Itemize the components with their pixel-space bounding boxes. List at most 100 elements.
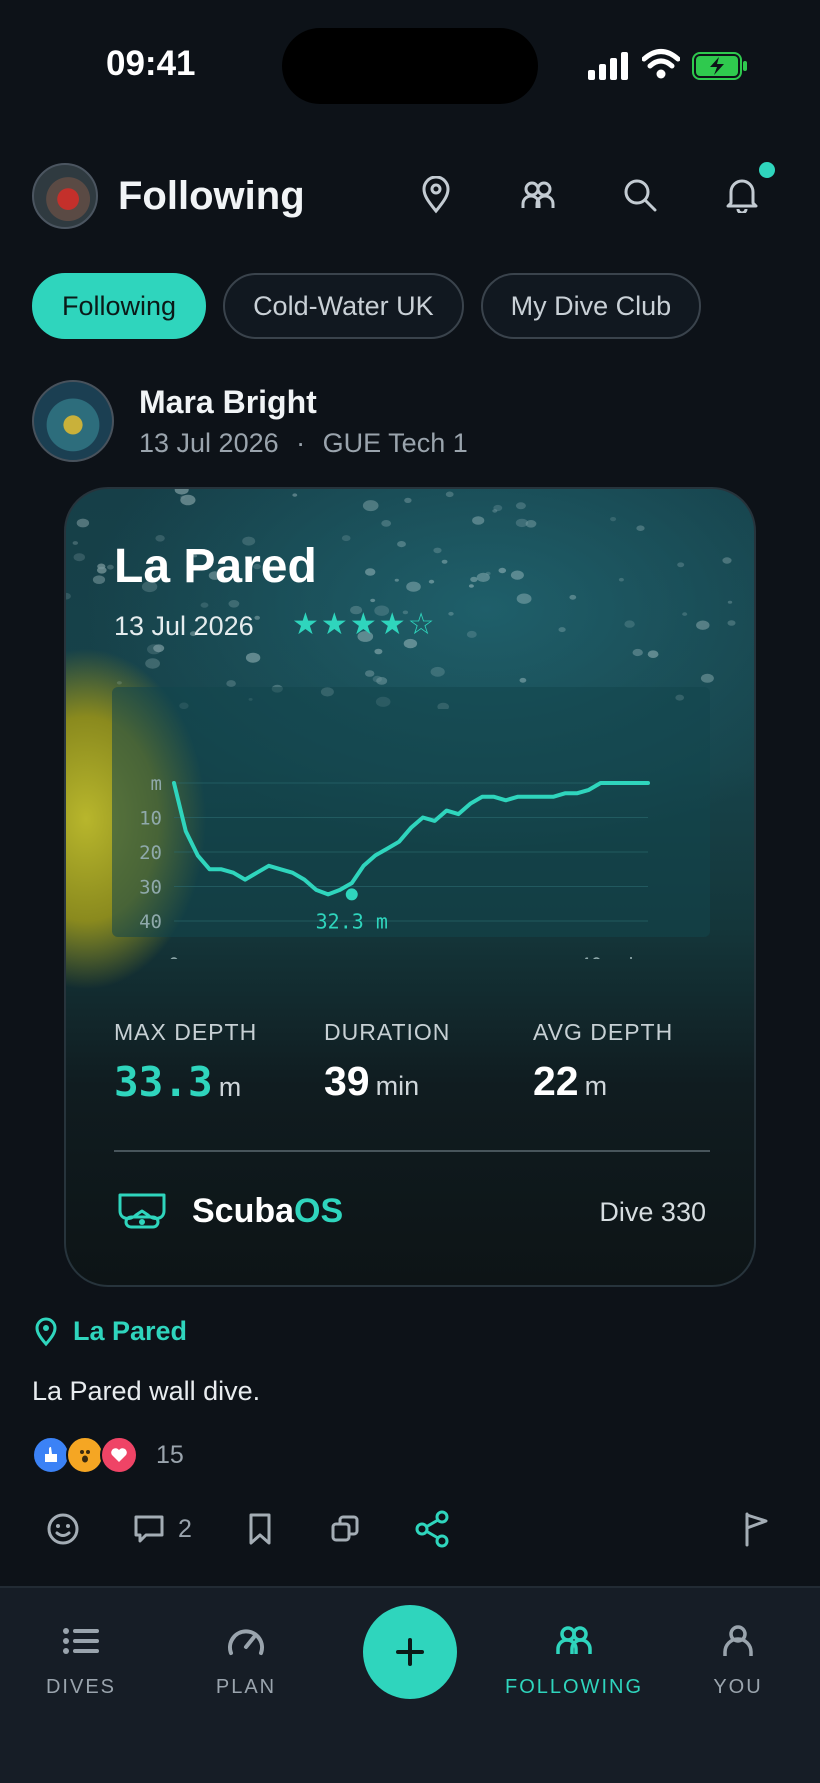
plus-icon (396, 1638, 424, 1666)
status-time: 09:41 (106, 44, 196, 83)
max-depth-number: 33.3 (114, 1058, 213, 1106)
dive-location-link[interactable]: La Pared (73, 1316, 187, 1347)
bubble (618, 577, 624, 582)
bubble (727, 620, 736, 626)
bubble (727, 600, 733, 604)
post-date: 13 Jul 2026 (139, 428, 279, 458)
comment-icon (134, 1515, 164, 1543)
y-tick-label: 40 (139, 911, 162, 933)
bubble (636, 525, 645, 531)
nav-you-label: YOU (713, 1676, 763, 1698)
bubble (66, 592, 71, 600)
nav-you[interactable]: YOU (678, 1616, 798, 1699)
stat-avg-depth: AVG DEPTH 22 m (533, 1019, 673, 1105)
max-depth-annotation: 32.3 m (316, 909, 388, 933)
author-name[interactable]: Mara Bright (139, 384, 317, 421)
nav-dives-label: DIVES (45, 1676, 117, 1698)
author-avatar[interactable] (32, 380, 114, 462)
bubble (441, 559, 448, 564)
post-meta: 13 Jul 2026 · GUE Tech 1 (139, 428, 468, 459)
stat-max-depth-label: MAX DEPTH (114, 1019, 258, 1045)
flag-icon (745, 1512, 768, 1547)
groups-button[interactable] (515, 172, 561, 218)
post-actions: 2 (0, 1504, 820, 1554)
search-button[interactable] (617, 172, 663, 218)
nav-following[interactable]: FOLLOWING (505, 1616, 641, 1699)
chip-my-dive-club[interactable]: My Dive Club (480, 273, 702, 339)
wifi-icon (642, 49, 680, 79)
stat-max-depth: MAX DEPTH 33.3 m (114, 1019, 257, 1106)
gauge-icon (228, 1629, 264, 1655)
nav-plan[interactable]: PLAN (186, 1616, 306, 1699)
bubble (174, 489, 189, 495)
copy-button[interactable] (330, 1504, 360, 1554)
share-button[interactable] (414, 1504, 450, 1554)
chip-following[interactable]: Following (32, 273, 207, 339)
duration-number: 39 (324, 1058, 370, 1104)
bubble (492, 509, 498, 513)
bubble (682, 612, 688, 616)
comment-button[interactable]: 2 (132, 1504, 192, 1554)
bubble (362, 500, 379, 512)
bubble (516, 593, 532, 604)
status-bar: 09:41 (0, 0, 820, 130)
bubble (468, 584, 474, 588)
bottom-navigation: DIVES PLAN FOLLOWING YOU (0, 1586, 820, 1783)
people-icon (521, 181, 555, 208)
bubble (341, 535, 351, 542)
stat-duration: DURATION 39 min (324, 1019, 450, 1105)
meta-separator: · (296, 428, 306, 458)
y-tick-label: 30 (139, 877, 162, 899)
react-button[interactable] (46, 1504, 80, 1554)
max-depth-point (345, 888, 358, 901)
bubble (428, 579, 435, 584)
bubble (515, 502, 526, 510)
nav-dives[interactable]: DIVES (21, 1616, 141, 1699)
bubble (448, 611, 454, 616)
page-title: Following (118, 174, 305, 218)
person-icon (723, 1625, 753, 1656)
map-pin-button[interactable] (413, 172, 459, 218)
stat-max-depth-value: 33.3 m (114, 1058, 257, 1106)
bell-icon (726, 179, 758, 213)
people-icon (556, 1626, 592, 1654)
scuba-mask-logo-icon (118, 1193, 166, 1229)
dynamic-island (282, 28, 538, 104)
bubble (445, 491, 454, 498)
bookmark-button[interactable] (247, 1504, 273, 1554)
bubble (404, 497, 412, 503)
bubble (624, 620, 635, 628)
wow-reaction-icon (66, 1436, 104, 1474)
max-depth-unit: m (218, 1072, 242, 1102)
bubble (569, 594, 577, 600)
list-icon (63, 1628, 99, 1654)
brand-scuba: Scuba (192, 1192, 295, 1230)
heart-reaction-icon (100, 1436, 138, 1474)
bubble (485, 571, 491, 576)
bubble (470, 576, 478, 582)
dive-card[interactable]: La Pared 13 Jul 2026 ★★★★☆ m10203040040 … (64, 487, 756, 1287)
bubble (76, 518, 90, 528)
bubble (498, 567, 507, 574)
add-dive-button[interactable] (363, 1605, 457, 1699)
bubble (610, 517, 617, 522)
thumbs-up-reaction-icon (32, 1436, 70, 1474)
signal-icon (588, 52, 628, 80)
bubble (92, 575, 106, 584)
reactions-summary[interactable]: 15 (32, 1436, 184, 1474)
bubble (292, 493, 298, 497)
bookmark-icon (249, 1513, 271, 1545)
stat-avg-depth-value: 22 m (533, 1058, 673, 1105)
bubble (394, 578, 399, 582)
reaction-count: 15 (156, 1440, 184, 1469)
report-button[interactable] (742, 1504, 770, 1554)
card-title: La Pared (114, 540, 317, 593)
bubble (107, 564, 114, 570)
notifications-button[interactable] (719, 172, 765, 218)
bubble (73, 553, 85, 562)
chip-cold-water-uk[interactable]: Cold-Water UK (223, 273, 464, 339)
battery-icon (692, 52, 747, 80)
bubble (381, 520, 392, 527)
profile-avatar[interactable] (32, 163, 98, 229)
avg-depth-number: 22 (533, 1058, 579, 1104)
